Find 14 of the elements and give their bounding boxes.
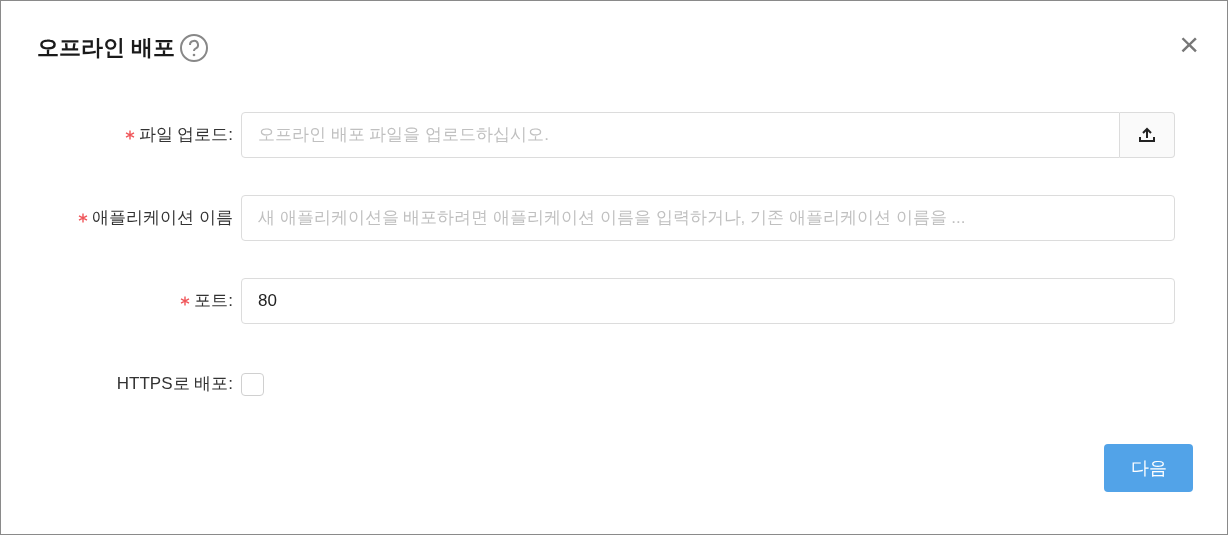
upload-button[interactable] xyxy=(1120,112,1175,158)
dialog-title: 오프라인 배포 xyxy=(37,34,176,62)
field-label: 포트: xyxy=(194,290,233,313)
close-button[interactable]: × xyxy=(1179,27,1199,61)
text-field[interactable]: 새 애플리케이션을 배포하려면 애플리케이션 이름을 입력하거나, 기존 애플리케이션 이름을 ... xyxy=(241,195,1175,241)
next-button[interactable]: 다음 xyxy=(1104,444,1193,492)
field-label: HTTPS로 배포: xyxy=(116,373,233,396)
field-label: 파일 업로드: xyxy=(138,124,233,147)
checkbox[interactable] xyxy=(241,372,264,396)
upload-icon xyxy=(1138,127,1156,143)
text-field[interactable]: 80 xyxy=(241,278,1175,324)
field-label: 애플리케이션 이름 xyxy=(92,207,233,230)
help-icon[interactable] xyxy=(179,32,210,63)
file-upload-field[interactable]: 오프라인 배포 파일을 업로드하십시오. xyxy=(241,112,1120,158)
